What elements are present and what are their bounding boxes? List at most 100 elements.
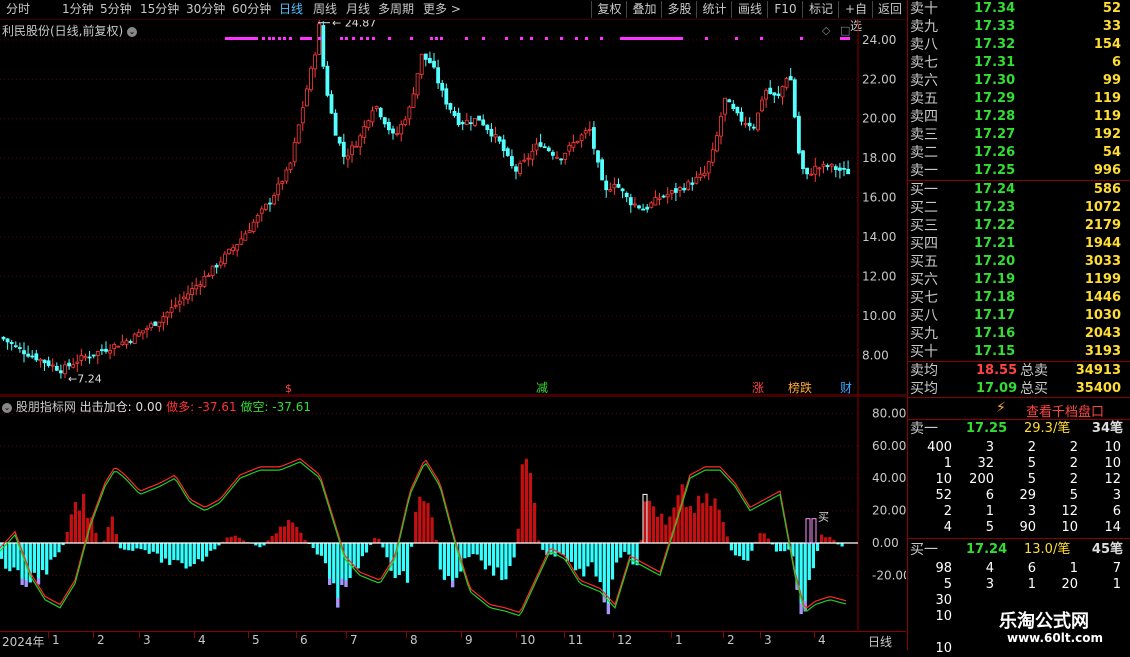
histogram-bar <box>648 501 651 543</box>
ask-row[interactable]: 卖六17.3099 <box>908 72 1130 90</box>
toolbar-button-2[interactable]: 多股 <box>661 1 697 18</box>
price-axis-label: 12.00 <box>862 269 896 283</box>
period-tab-1[interactable]: 1分钟 <box>62 1 94 18</box>
ask-row[interactable]: 卖四17.28119 <box>908 108 1130 126</box>
toolbar-button-6[interactable]: 标记 <box>802 1 839 18</box>
histogram-bar-accent <box>607 603 610 614</box>
period-tab-4[interactable]: 30分钟 <box>186 1 225 18</box>
signal-dot <box>262 37 265 40</box>
toolbar-button-8[interactable]: 返回 <box>872 1 907 18</box>
square-icon[interactable]: □ <box>840 24 850 37</box>
bid-row[interactable]: 买五17.203033 <box>908 253 1130 271</box>
event-marker-1[interactable]: 涨 <box>752 380 764 395</box>
candle-body <box>367 121 370 128</box>
period-tab-3[interactable]: 15分钟 <box>140 1 179 18</box>
bid-price: 17.22 <box>974 217 1015 235</box>
candle-body <box>592 128 595 149</box>
bid-row[interactable]: 买三17.222179 <box>908 217 1130 235</box>
candle-body <box>683 188 686 190</box>
period-tab-6[interactable]: 日线 <box>279 1 303 18</box>
buy-marker-bar <box>812 519 816 543</box>
bid-price: 17.17 <box>974 307 1015 325</box>
bid-volume: 2043 <box>1085 325 1121 343</box>
period-tab-8[interactable]: 月线 <box>346 1 370 18</box>
toolbar-button-7[interactable]: +自选 <box>838 1 873 18</box>
histogram-bar <box>623 543 626 552</box>
histogram-bar <box>316 543 319 555</box>
histogram-bar <box>738 543 741 556</box>
bid-row[interactable]: 买七17.181446 <box>908 289 1130 307</box>
candle-body <box>740 112 743 121</box>
histogram-bar <box>213 543 216 549</box>
month-tick <box>248 632 249 638</box>
toolbar-button-3[interactable]: 统计 <box>696 1 732 18</box>
candle-body <box>736 107 739 113</box>
bid-row[interactable]: 买四17.211944 <box>908 235 1130 253</box>
toolbar-button-4[interactable]: 画线 <box>731 1 768 18</box>
histogram-bar <box>804 543 807 611</box>
time-period-label[interactable]: 日线 <box>868 633 892 650</box>
histogram-bar <box>312 543 315 548</box>
candle-body <box>76 362 79 363</box>
candle-body <box>838 168 841 170</box>
chevron-down-icon[interactable]: ⌄ <box>127 27 137 37</box>
histogram-bar <box>135 543 138 548</box>
signal-dot <box>800 37 803 40</box>
level1-header: 卖一17.2529.3/笔34笔 <box>908 420 1130 438</box>
candle-body <box>793 80 796 117</box>
histogram-bar <box>463 543 466 558</box>
indicator-chart[interactable]: 80.0060.0040.0020.000.00-20.00买 <box>0 396 906 630</box>
depth-button[interactable]: 查看千档盘口 <box>1026 401 1104 420</box>
period-tab-7[interactable]: 周线 <box>313 1 337 18</box>
diamond-icon[interactable]: ◇ <box>822 24 830 37</box>
candle-body <box>141 331 144 333</box>
ask-row[interactable]: 卖七17.316 <box>908 54 1130 72</box>
histogram-bar <box>361 543 364 556</box>
ask-row[interactable]: 卖三17.27192 <box>908 126 1130 144</box>
period-tab-10[interactable]: 更多 > <box>423 1 461 18</box>
ask-row[interactable]: 卖九17.3333 <box>908 18 1130 36</box>
event-marker-3[interactable]: 财 <box>840 381 852 395</box>
candle-body <box>285 170 288 181</box>
candle-body <box>691 183 694 184</box>
ask-price: 17.25 <box>974 162 1015 180</box>
histogram-bar <box>693 513 696 543</box>
candle-body <box>711 150 714 163</box>
toolbar-button-0[interactable]: 复权 <box>591 1 627 18</box>
candle-body <box>137 333 140 337</box>
histogram-bar <box>33 543 36 573</box>
candlestick-chart[interactable]: 24.0022.0020.0018.0016.0014.0012.0010.00… <box>0 20 906 396</box>
histogram-bar <box>779 543 782 551</box>
event-marker-0[interactable]: 减 <box>536 381 548 395</box>
level1-price: 17.25 <box>966 420 1007 438</box>
histogram-bar <box>570 543 573 562</box>
bid-row[interactable]: 买一17.24586 <box>908 181 1130 199</box>
histogram-bar <box>49 543 52 560</box>
bid-row[interactable]: 买二17.231072 <box>908 199 1130 217</box>
high-price-label: ← 24.87 <box>332 20 376 30</box>
candle-body <box>23 351 26 354</box>
chevron-down-icon[interactable]: ⌄ <box>2 403 12 413</box>
bid-row[interactable]: 买九17.162043 <box>908 325 1130 343</box>
event-marker-2[interactable]: 榜跌 <box>788 380 812 395</box>
time-month-label: 2 <box>97 633 105 647</box>
ask-row[interactable]: 卖八17.32154 <box>908 36 1130 54</box>
toolbar-button-1[interactable]: 叠加 <box>626 1 662 18</box>
indicator-axis-label: 80.00 <box>872 406 906 420</box>
histogram-bar <box>201 543 204 561</box>
candle-body <box>433 61 436 67</box>
ask-row[interactable]: 卖一17.25996 <box>908 162 1130 180</box>
toolbar-button-5[interactable]: F10 <box>767 1 803 18</box>
histogram-bar <box>139 543 142 549</box>
ask-row[interactable]: 卖十17.3452 <box>908 0 1130 18</box>
period-tab-2[interactable]: 5分钟 <box>100 1 132 18</box>
ask-row[interactable]: 卖五17.29119 <box>908 90 1130 108</box>
period-tab-9[interactable]: 多周期 <box>378 1 414 18</box>
bid-row[interactable]: 买十17.153193 <box>908 343 1130 361</box>
bid-row[interactable]: 买八17.171030 <box>908 307 1130 325</box>
ask-row[interactable]: 卖二17.2654 <box>908 144 1130 162</box>
candle-body <box>605 181 608 190</box>
bid-row[interactable]: 买六17.191199 <box>908 271 1130 289</box>
period-tab-0[interactable]: 分时 <box>6 1 30 18</box>
period-tab-5[interactable]: 60分钟 <box>232 1 271 18</box>
